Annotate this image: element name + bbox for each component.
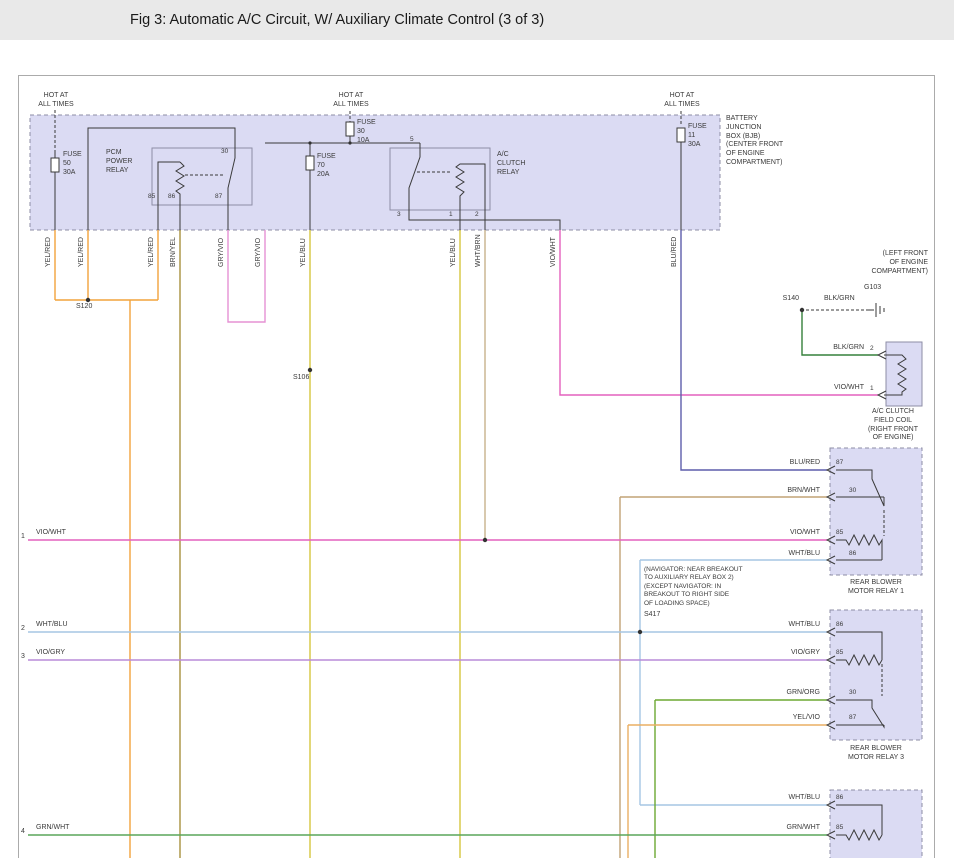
circuit-1-number: 1 (19, 533, 27, 542)
field-coil-pin-1: 1 (870, 385, 874, 393)
ac-pin-3: 3 (397, 211, 401, 219)
wire-label-gry-vio-2: GRY/VIO (255, 238, 262, 267)
fuse-50-label: FUSE 50 30A (63, 151, 82, 177)
wiring-diagram-page: Fig 3: Automatic A/C Circuit, W/ Auxilia… (0, 0, 954, 858)
field-coil-label: A/C CLUTCH FIELD COIL (RIGHT FRONT OF EN… (856, 408, 930, 443)
relay1-wire30-label: BRN/WHT (758, 487, 820, 496)
wire-label-yel-blu-1: YEL/BLU (300, 238, 307, 267)
wire-label-yel-red-1: YEL/RED (45, 237, 52, 267)
ac-clutch-relay-label: A/C CLUTCH RELAY (497, 151, 525, 177)
relay3-wire30-label: GRN/ORG (758, 689, 820, 698)
ac-pin-5: 5 (410, 136, 414, 144)
rear-blower-motor-relay-4-box (830, 790, 922, 858)
relay4-pin-85: 85 (836, 824, 843, 832)
field-coil-pin-2: 2 (870, 345, 874, 353)
bjb-label: BATTERY JUNCTION BOX (BJB) (CENTER FRONT… (726, 115, 783, 168)
rear-blower-motor-relay-3-box (830, 610, 922, 740)
relay1-wire85-label: VIO/WHT (758, 529, 820, 538)
fuse-30-symbol (346, 122, 354, 136)
ac-pin-2: 2 (475, 211, 479, 219)
pcm-power-relay-box (152, 148, 252, 205)
relay4-pin-86: 86 (836, 794, 843, 802)
hot-at-all-times-3: HOT AT ALL TIMES (660, 92, 704, 110)
relay1-wire86-label: WHT/BLU (758, 550, 820, 559)
relay3-wire85-label: VIO/GRY (758, 649, 820, 658)
fuse-11-symbol (677, 128, 685, 142)
wire-label-blu-red: BLU/RED (671, 237, 678, 267)
navigator-note: (NAVIGATOR: NEAR BREAKOUT TO AUXILIARY R… (644, 566, 769, 608)
blk-grn-ground-wire-label: BLK/GRN (824, 295, 855, 304)
circuit-2-label: WHT/BLU (36, 621, 68, 630)
field-coil-wire1-label: VIO/WHT (820, 384, 864, 393)
relay1-title: REAR BLOWER MOTOR RELAY 1 (830, 579, 922, 597)
ac-clutch-relay-box (390, 148, 490, 210)
hot-at-all-times-2: HOT AT ALL TIMES (329, 92, 373, 110)
circuit-4-number: 4 (19, 828, 27, 837)
circuit-3-number: 3 (19, 653, 27, 662)
relay1-pin-85: 85 (836, 529, 843, 537)
wire-label-gry-vio-1: GRY/VIO (218, 238, 225, 267)
fuse-70-label: FUSE 70 20A (317, 153, 336, 179)
circuit-4-label: GRN/WHT (36, 824, 69, 833)
splice-s140-label: S140 (775, 295, 799, 304)
wire-label-vio-wht: VIO/WHT (550, 237, 557, 267)
circuit-1-label: VIO/WHT (36, 529, 66, 538)
wiring-diagram (0, 0, 954, 858)
ac-clutch-field-coil-box (886, 342, 922, 406)
splice-s106-label: S106 (293, 374, 309, 383)
field-coil-wire2-label: BLK/GRN (820, 344, 864, 353)
relay1-pin-86: 86 (849, 550, 856, 558)
relay1-wire87-label: BLU/RED (758, 459, 820, 468)
g103-label: G103 (864, 284, 881, 293)
relay4-wire85-label: GRN/WHT (758, 824, 820, 833)
pcm-pin-30: 30 (221, 148, 228, 156)
relay1-pin-87: 87 (836, 459, 843, 467)
junction-dot-fuse70 (308, 141, 311, 144)
relay3-wire87-label: YEL/VIO (758, 714, 820, 723)
fuse-30-label: FUSE 30 10A (357, 119, 376, 145)
splice-s120-label: S120 (76, 303, 92, 312)
wire-label-yel-red-2: YEL/RED (78, 237, 85, 267)
splice-s106-dot (308, 368, 312, 372)
fuse-11-label: FUSE 11 30A (688, 123, 707, 149)
relay3-pin-86: 86 (836, 621, 843, 629)
splice-s417-dot (638, 630, 642, 634)
hot-at-all-times-1: HOT AT ALL TIMES (34, 92, 78, 110)
circuit-3-label: VIO/GRY (36, 649, 65, 658)
splice-s140-dot (800, 308, 804, 312)
relay3-pin-30: 30 (849, 689, 856, 697)
splice-s417-label: S417 (644, 611, 660, 620)
splice-s120-dot (86, 298, 90, 302)
relay3-pin-87: 87 (849, 714, 856, 722)
wire-label-yel-blu-2: YEL/BLU (450, 238, 457, 267)
g103-location-label: (LEFT FRONT OF ENGINE COMPARTMENT) (828, 250, 928, 276)
fuse-50-symbol (51, 158, 59, 172)
ac-pin-1: 1 (449, 211, 453, 219)
relay3-pin-85: 85 (836, 649, 843, 657)
pcm-pin-85: 85 (148, 193, 155, 201)
relay1-pin-30: 30 (849, 487, 856, 495)
rear-blower-motor-relay-1-box (830, 448, 922, 575)
fuse-70-symbol (306, 156, 314, 170)
wire-label-yel-red-3: YEL/RED (148, 237, 155, 267)
junction-dot-fuse30 (348, 141, 351, 144)
wire-label-brn-yel: BRN/YEL (170, 237, 177, 267)
relay3-title: REAR BLOWER MOTOR RELAY 3 (830, 745, 922, 763)
pcm-power-relay-label: PCM POWER RELAY (106, 149, 132, 175)
pcm-pin-86: 86 (168, 193, 175, 201)
relay3-wire86-label: WHT/BLU (758, 621, 820, 630)
wire-label-wht-brn: WHT/BRN (475, 234, 482, 267)
circuit-2-number: 2 (19, 625, 27, 634)
pcm-pin-87: 87 (215, 193, 222, 201)
junction-dot-whtbrn (483, 538, 487, 542)
relay4-wire86-label: WHT/BLU (758, 794, 820, 803)
